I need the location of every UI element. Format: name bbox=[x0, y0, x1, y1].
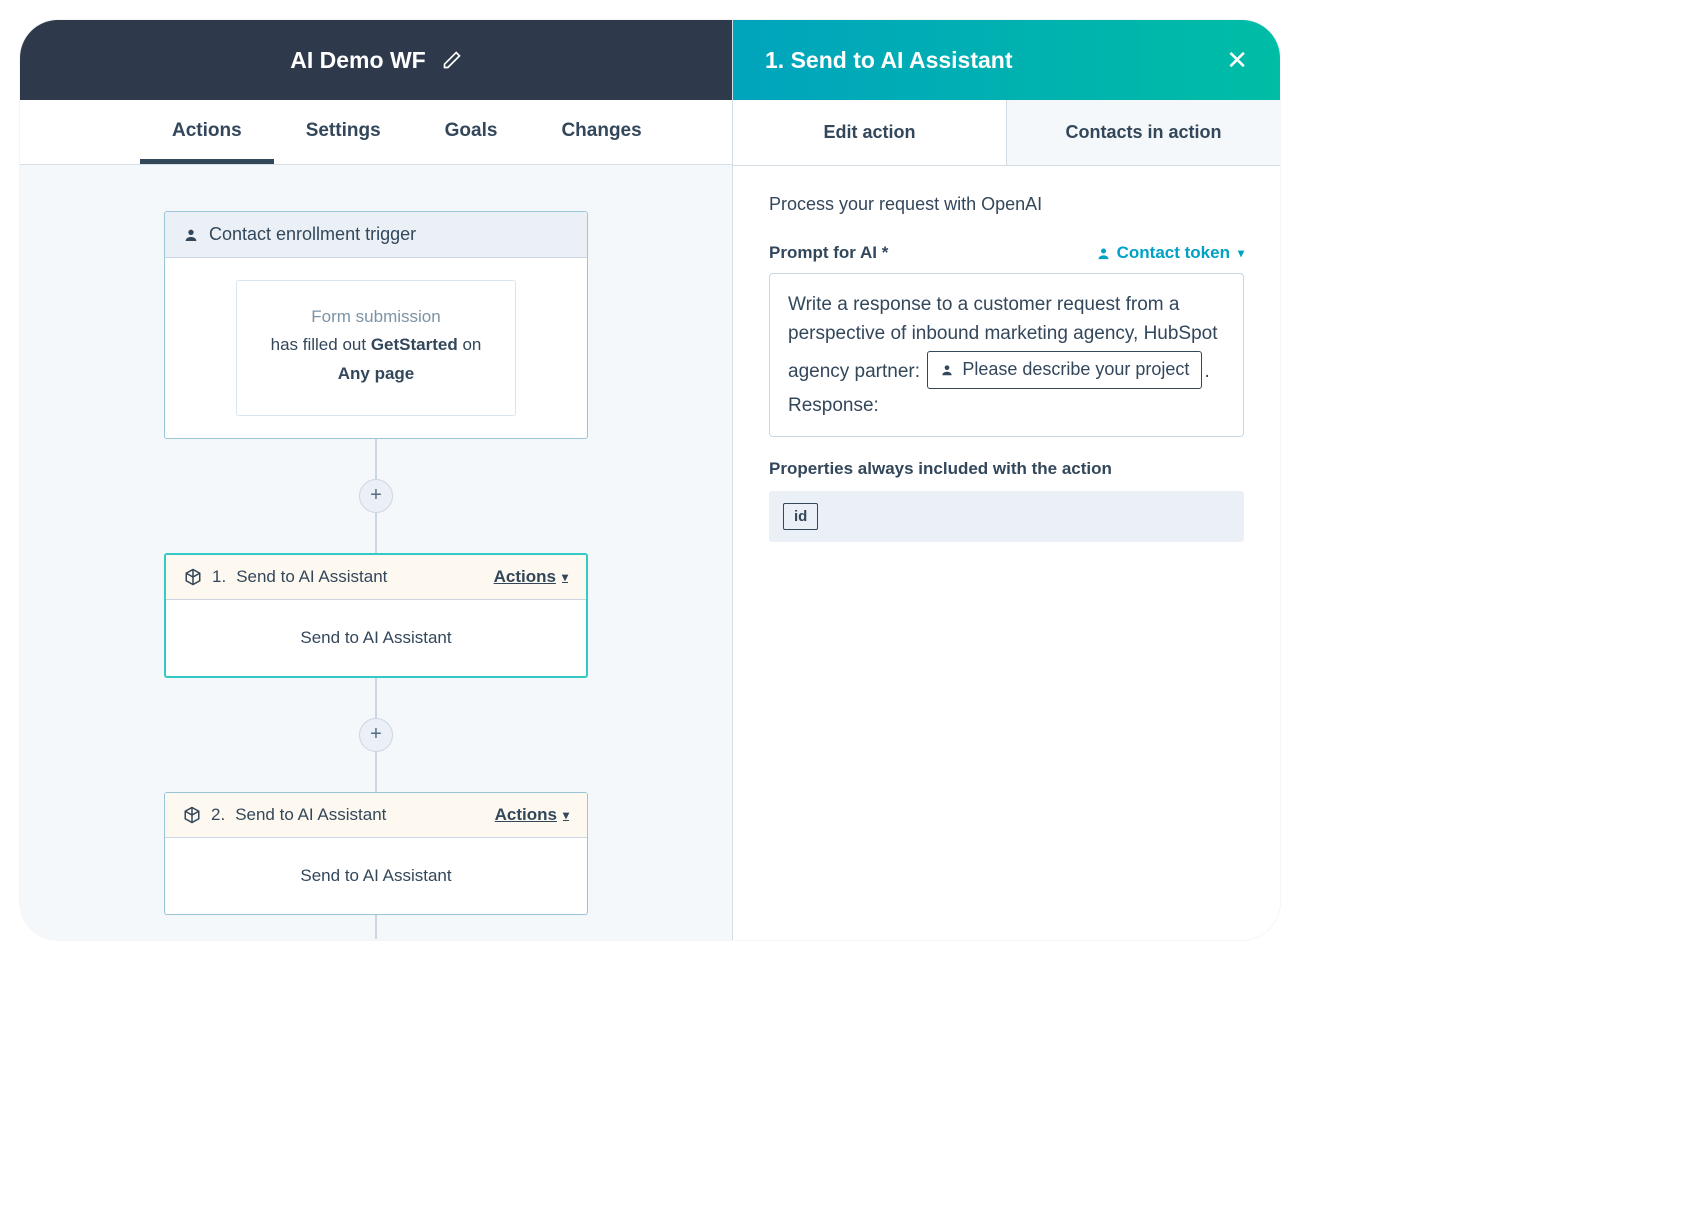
action-1-index: 1. bbox=[212, 567, 226, 587]
trigger-body: Form submission has filled out GetStarte… bbox=[165, 258, 587, 438]
panel-title: 1. Send to AI Assistant bbox=[765, 47, 1226, 74]
action-node-1[interactable]: 1. Send to AI Assistant Actions ▾ Send t… bbox=[164, 553, 588, 678]
contact-icon bbox=[940, 363, 954, 377]
action-1-header: 1. Send to AI Assistant Actions ▾ bbox=[166, 555, 586, 600]
prop-chip-id[interactable]: id bbox=[783, 503, 818, 530]
panel-tabs: Edit action Contacts in action bbox=[733, 100, 1280, 166]
add-step-button[interactable]: + bbox=[359, 718, 393, 752]
chevron-down-icon: ▾ bbox=[1238, 246, 1244, 260]
connector-line bbox=[375, 752, 377, 792]
panel-body: Process your request with OpenAI Prompt … bbox=[733, 166, 1280, 570]
side-panel: 1. Send to AI Assistant ✕ Edit action Co… bbox=[732, 20, 1280, 940]
tab-actions[interactable]: Actions bbox=[140, 100, 274, 164]
action-1-body: Send to AI Assistant bbox=[166, 600, 586, 676]
trigger-criteria-text: has filled out GetStarted on Any page bbox=[257, 331, 495, 389]
action-1-title: Send to AI Assistant bbox=[236, 567, 387, 587]
action-description: Process your request with OpenAI bbox=[769, 194, 1244, 215]
action-2-menu[interactable]: Actions ▾ bbox=[495, 805, 569, 825]
panel-tab-contacts[interactable]: Contacts in action bbox=[1006, 100, 1280, 165]
action-2-title: Send to AI Assistant bbox=[235, 805, 386, 825]
tab-goals[interactable]: Goals bbox=[413, 100, 530, 164]
main-tabs: Actions Settings Goals Changes bbox=[20, 100, 732, 165]
prompt-label: Prompt for AI * bbox=[769, 243, 888, 263]
tab-settings[interactable]: Settings bbox=[274, 100, 413, 164]
trigger-type-label: Form submission bbox=[257, 307, 495, 327]
prompt-input[interactable]: Write a response to a customer request f… bbox=[769, 273, 1244, 437]
chevron-down-icon: ▾ bbox=[563, 808, 569, 822]
close-icon[interactable]: ✕ bbox=[1226, 45, 1248, 76]
workflow-canvas[interactable]: Contact enrollment trigger Form submissi… bbox=[20, 165, 732, 940]
left-pane: AI Demo WF Actions Settings Goals Change… bbox=[20, 20, 732, 940]
connector-line bbox=[375, 678, 377, 718]
contact-token-link[interactable]: Contact token ▾ bbox=[1096, 243, 1244, 263]
contact-icon bbox=[183, 227, 199, 243]
action-2-header: 2. Send to AI Assistant Actions ▾ bbox=[165, 793, 587, 838]
connector-line bbox=[375, 513, 377, 553]
add-step-button[interactable]: + bbox=[359, 479, 393, 513]
action-1-menu[interactable]: Actions ▾ bbox=[494, 567, 568, 587]
prompt-token-chip[interactable]: Please describe your project bbox=[927, 351, 1202, 389]
tab-changes[interactable]: Changes bbox=[529, 100, 673, 164]
connector-line bbox=[375, 439, 377, 479]
cube-icon bbox=[184, 568, 202, 586]
trigger-criteria-card[interactable]: Form submission has filled out GetStarte… bbox=[236, 280, 516, 416]
cube-icon bbox=[183, 806, 201, 824]
included-props-box: id bbox=[769, 491, 1244, 542]
action-2-index: 2. bbox=[211, 805, 225, 825]
panel-header: 1. Send to AI Assistant ✕ bbox=[733, 20, 1280, 100]
workflow-header: AI Demo WF bbox=[20, 20, 732, 100]
trigger-node[interactable]: Contact enrollment trigger Form submissi… bbox=[164, 211, 588, 439]
prompt-field-row: Prompt for AI * Contact token ▾ bbox=[769, 243, 1244, 263]
connector-line bbox=[375, 915, 377, 939]
chevron-down-icon: ▾ bbox=[562, 570, 568, 584]
trigger-header: Contact enrollment trigger bbox=[165, 212, 587, 258]
included-props-label: Properties always included with the acti… bbox=[769, 459, 1244, 479]
app-window: AI Demo WF Actions Settings Goals Change… bbox=[20, 20, 1280, 940]
panel-tab-edit[interactable]: Edit action bbox=[733, 100, 1006, 165]
action-node-2[interactable]: 2. Send to AI Assistant Actions ▾ Send t… bbox=[164, 792, 588, 915]
workflow-title: AI Demo WF bbox=[290, 47, 425, 74]
trigger-title: Contact enrollment trigger bbox=[209, 224, 416, 245]
action-2-body: Send to AI Assistant bbox=[165, 838, 587, 914]
contact-icon bbox=[1096, 246, 1111, 261]
edit-title-icon[interactable] bbox=[442, 50, 462, 70]
